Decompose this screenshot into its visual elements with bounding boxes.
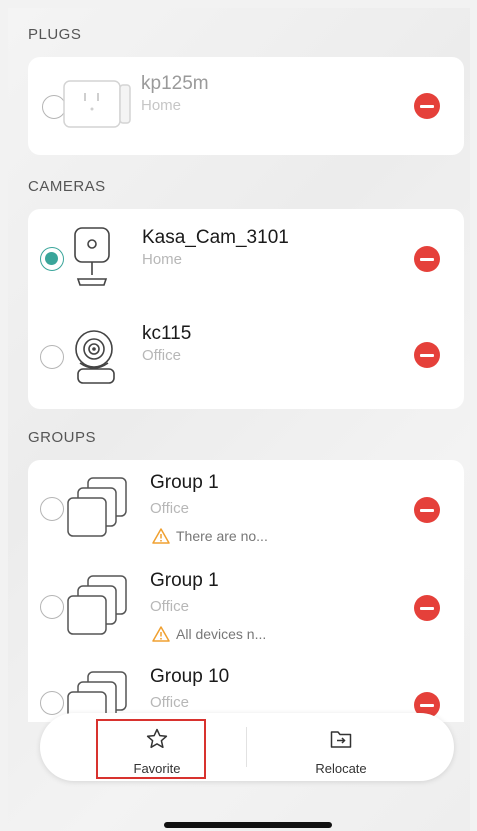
relocate-button[interactable]: Relocate (266, 713, 416, 781)
device-row-kasa-cam-3101[interactable]: Kasa_Cam_3101 Home (28, 209, 464, 305)
remove-button[interactable] (414, 497, 440, 523)
group-warning-text: All devices n... (176, 626, 267, 642)
warning-icon (152, 528, 170, 544)
group-warning: There are no... (152, 528, 268, 544)
favorite-highlight-box (96, 719, 206, 779)
group-row[interactable]: Group 1 Office There are no... (28, 460, 464, 562)
device-row-kp125m[interactable]: kp125m Home (28, 57, 464, 155)
remove-button[interactable] (414, 342, 440, 368)
pan-tilt-camera-icon (75, 330, 115, 384)
section-label-plugs: PLUGS (28, 26, 82, 43)
indoor-camera-icon (74, 227, 110, 286)
group-location: Office (150, 598, 189, 615)
device-row-kc115[interactable]: kc115 Office (28, 305, 464, 409)
remove-button[interactable] (414, 93, 440, 119)
group-name: Group 10 (150, 666, 230, 687)
group-location: Office (150, 694, 189, 711)
select-radio[interactable] (40, 247, 64, 271)
smart-plug-icon (63, 80, 131, 128)
remove-button[interactable] (414, 595, 440, 621)
group-warning-text: There are no... (176, 528, 268, 544)
section-label-groups: GROUPS (28, 429, 97, 446)
device-group-icon (67, 575, 127, 635)
group-row[interactable]: Group 1 Office All devices n... (28, 560, 464, 660)
warning-icon (152, 626, 170, 642)
relocate-label: Relocate (315, 761, 367, 776)
remove-button[interactable] (414, 246, 440, 272)
device-name: kp125m (141, 73, 209, 94)
device-name: Kasa_Cam_3101 (142, 227, 289, 248)
bar-divider (246, 727, 247, 767)
section-label-cameras: CAMERAS (28, 178, 106, 195)
cameras-card: Kasa_Cam_3101 Home kc115 Office (28, 209, 464, 409)
device-location: Office (142, 347, 181, 364)
group-location: Office (150, 500, 189, 517)
home-indicator (164, 822, 332, 828)
plugs-card: kp125m Home (28, 57, 464, 155)
device-group-icon (67, 477, 127, 537)
device-name: kc115 (142, 323, 192, 344)
groups-card: Group 1 Office There are no... Group 1 O… (28, 460, 464, 722)
group-name: Group 1 (150, 570, 219, 591)
folder-move-icon (330, 731, 352, 748)
group-warning: All devices n... (152, 626, 266, 642)
select-radio[interactable] (40, 345, 64, 369)
group-name: Group 1 (150, 472, 219, 493)
device-location: Home (141, 97, 182, 114)
device-location: Home (142, 251, 183, 268)
